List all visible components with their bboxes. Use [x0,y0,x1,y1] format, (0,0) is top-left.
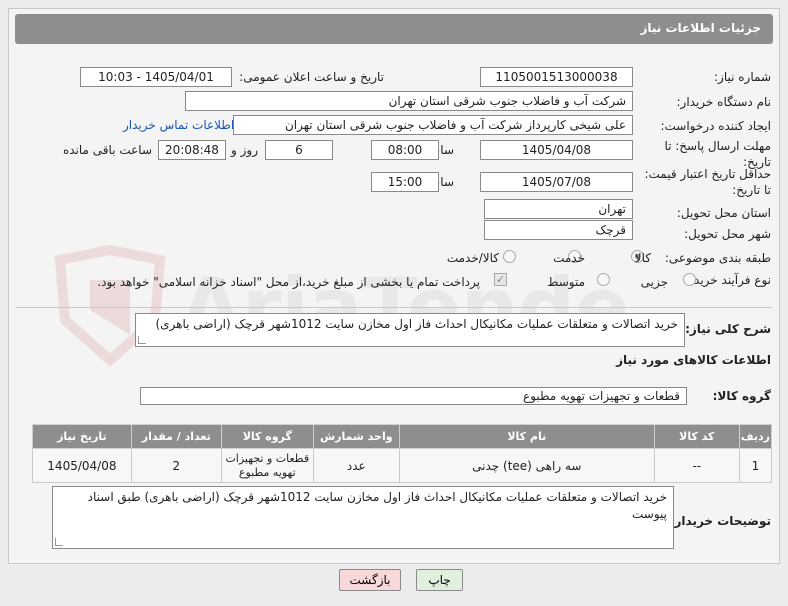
table-header-row: ردیف کد کالا نام کالا واحد شمارش گروه کا… [32,424,773,449]
response-date-field: 1405/04/08 [480,140,633,160]
price-validity-label: حداقل تاریخ اعتبار قیمت: تا تاریخ: [644,167,771,197]
process-option-medium-label: متوسط [547,275,585,289]
buyer-org-label: نام دستگاه خریدار: [676,95,772,109]
days-and-label: روز و [231,143,258,157]
cell-qty: 2 [130,448,222,483]
resize-grip-icon[interactable] [55,538,63,546]
buyer-contact-link[interactable]: اطلاعات تماس خریدار [123,118,234,132]
city-label: شهر محل تحویل: [684,227,771,241]
col-qty-header: تعداد / مقدار [130,424,222,449]
remaining-time-field: 20:08:48 [158,140,226,160]
back-button[interactable]: بازگشت [339,569,401,591]
cell-row-number: 1 [738,448,773,483]
cell-group: قطعات و تجهیزات تهویه مطبوع [220,448,314,483]
col-unit-header: واحد شمارش [312,424,400,449]
announce-datetime-field: 1405/04/01 - 10:03 [80,67,232,87]
province-field: تهران [484,199,633,219]
process-option-minor-label: جزیی [640,275,668,289]
response-time-field: 08:00 [371,140,439,160]
need-number-label: شماره نیاز: [714,70,771,84]
general-desc-textarea[interactable]: خرید اتصالات و متعلقات عملیات مکانیکال ا… [135,313,685,347]
buyer-org-field: شرکت آب و فاضلاب جنوب شرقی استان تهران [185,91,633,111]
general-desc-text: خرید اتصالات و متعلقات عملیات مکانیکال ا… [155,317,678,331]
col-name-header: نام کالا [398,424,655,449]
process-radio-medium[interactable] [597,273,610,286]
validity-time-field: 15:00 [371,172,439,192]
page-header: جزئیات اطلاعات نیاز [15,14,773,44]
days-field: 6 [265,140,333,160]
buyer-notes-text: خرید اتصالات و متعلقات عملیات مکانیکال ا… [87,490,667,521]
col-row-header: ردیف [738,424,773,449]
col-date-header: تاریخ نیاز [32,424,132,449]
city-field: قرچک [484,220,633,240]
requester-label: ایجاد کننده درخواست: [660,119,771,133]
table-row[interactable]: 1 -- سه راهی (tee) چدنی عدد قطعات و تجهی… [32,448,773,483]
province-label: استان محل تحویل: [676,206,771,220]
process-type-label: نوع فرآیند خرید : [686,273,771,287]
buyer-notes-textarea[interactable]: خرید اتصالات و متعلقات عملیات مکانیکال ا… [52,486,674,549]
payment-note: پرداخت تمام یا بخشی از مبلغ خرید،از محل … [97,275,480,289]
goods-group-field: قطعات و تجهیزات تهویه مطبوع [140,387,687,405]
section-divider [16,307,772,308]
col-code-header: کد کالا [653,424,740,449]
cell-date: 1405/04/08 [32,448,132,483]
category-option-goods-service-label: کالا/خدمت [446,251,499,265]
print-button[interactable]: چاپ [416,569,463,591]
cell-code: -- [653,448,740,483]
resize-grip-icon[interactable] [138,336,146,344]
category-radio-goods-service[interactable] [503,250,516,263]
validity-date-field: 1405/07/08 [480,172,633,192]
category-option-service-label: خدمت [553,251,585,265]
cell-name: سه راهی (tee) چدنی [398,448,655,483]
buyer-notes-label: توضیحات خریدار: [669,514,771,528]
need-number-field: 1105001513000038 [480,67,633,87]
goods-group-label: گروه کالا: [712,389,771,403]
col-group-header: گروه کالا [220,424,314,449]
requester-field: علی شیخی کارپرداز شرکت آب و فاضلاب جنوب … [233,115,633,135]
goods-info-title: اطلاعات کالاهای مورد نیاز [616,353,771,367]
treasury-payment-checkbox[interactable]: ✓ [494,273,507,286]
remaining-label: ساعت باقی مانده [62,143,152,157]
category-label: طبقه بندی موضوعی: [664,251,771,265]
general-desc-label: شرح کلی نیاز: [685,322,771,336]
items-table: ردیف کد کالا نام کالا واحد شمارش گروه کا… [32,424,773,483]
page-title: جزئیات اطلاعات نیاز [640,21,761,35]
process-radio-minor[interactable] [683,273,696,286]
cell-unit: عدد [312,448,400,483]
category-option-goods-label: کالا [634,251,651,265]
announce-datetime-label: تاریخ و ساعت اعلان عمومی: [239,70,384,84]
